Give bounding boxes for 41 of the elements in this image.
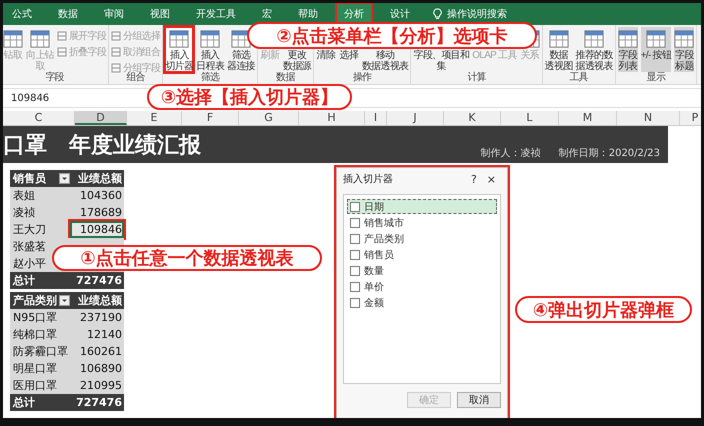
pivot-header: 产品类别: [12, 293, 58, 308]
pivot-row-label: 王大刀: [12, 222, 47, 237]
pivot-row-label: 明星口罩: [12, 361, 58, 376]
report-title: 口罩 年度业绩汇报: [3, 132, 201, 160]
author-label: 制作人：凌祯: [480, 146, 541, 160]
pivot-row-label: 张盛茗: [12, 239, 47, 254]
callout-tooltip: ④弹出切片器弹框: [515, 296, 692, 323]
pivot-row-label: 医用口罩: [12, 378, 58, 393]
callout-tooltip: ②点击菜单栏【分析】选项卡: [247, 22, 537, 49]
group-label: 数据: [275, 72, 296, 84]
date-label: 制作日期：2020/2/23: [558, 146, 660, 160]
pivot-header: 业绩总额: [77, 171, 123, 187]
group-label: 显示: [646, 72, 667, 84]
field-label: 销售城市: [364, 216, 404, 230]
pivot-header: 销售员: [12, 171, 47, 186]
pivot-row-label: 防雾霾口罩: [12, 344, 69, 359]
dialog-title: 插入切片器: [343, 172, 394, 186]
field-label: 销售员: [364, 248, 394, 262]
group-label: 操作: [352, 72, 373, 84]
pivot-total-label: 总计: [12, 395, 36, 410]
field-label: 金额: [364, 296, 384, 310]
pivot-total: 727476: [75, 395, 123, 411]
pivot-row-label: 凌祯: [12, 205, 36, 220]
field-label: 数量: [364, 264, 384, 278]
field-label: 日期: [364, 200, 384, 214]
group-label: 计算: [466, 72, 487, 84]
group-label: 筛选: [200, 72, 221, 84]
pivot-total-label: 总计: [12, 273, 36, 288]
pivot-row-label: N95口罩: [12, 310, 58, 325]
group-label: 字段: [44, 72, 65, 84]
field-label: 单价: [364, 280, 384, 294]
pivot-row-label: 表姐: [12, 188, 36, 203]
field-label: 产品类别: [364, 232, 404, 246]
group-label: 组合: [126, 72, 146, 84]
pivot-row-label: 赵小平: [12, 256, 47, 271]
pivot-row-label: 纯棉口罩: [12, 327, 58, 342]
callout-tooltip: ③选择【插入切片器】: [147, 84, 352, 110]
group-label: 工具: [568, 72, 590, 84]
callout-tooltip: ①点击任意一个数据透视表: [52, 245, 322, 271]
pivot-total: 727476: [75, 273, 123, 289]
pivot-header: 业绩总额: [77, 293, 123, 309]
